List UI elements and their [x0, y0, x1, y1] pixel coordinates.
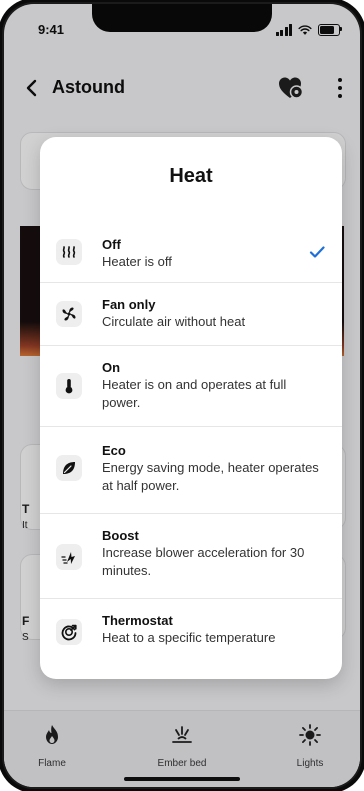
thermometer-icon: [56, 373, 82, 399]
option-title: On: [102, 360, 121, 375]
option-thermostat[interactable]: Thermostat Heat to a specific temperatur…: [40, 598, 342, 665]
chevron-left-icon: [26, 79, 37, 97]
option-description: Increase blower acceleration for 30 minu…: [102, 545, 305, 578]
option-text: Off Heater is off: [102, 237, 328, 271]
checkmark-icon: [309, 246, 325, 258]
tab-label: Flame: [38, 758, 66, 769]
leaf-icon: [56, 455, 82, 481]
screen-frame: 9:41 Astound T It F S Flame Ember bed Li…: [0, 0, 364, 791]
heat-options-list: Off Heater is off Fan only Circulate air…: [40, 221, 342, 665]
option-title: Fan only: [102, 297, 156, 312]
cell-signal-icon: [275, 24, 292, 36]
option-description: Heater is on and operates at full power.: [102, 377, 287, 410]
background-text: S: [22, 632, 29, 643]
background-text: T: [22, 502, 30, 516]
option-description: Heater is off: [102, 254, 172, 269]
boost-icon: [56, 544, 82, 570]
background-text: It: [22, 520, 28, 531]
favorite-settings-button[interactable]: [278, 76, 304, 100]
bottom-tab-bar: Flame Ember bed Lights: [4, 710, 360, 787]
option-title: Eco: [102, 443, 126, 458]
option-description: Heat to a specific temperature: [102, 630, 276, 645]
tab-ember-bed[interactable]: Ember bed: [132, 723, 232, 771]
tab-lights[interactable]: Lights: [260, 723, 360, 771]
fan-icon: [56, 301, 82, 327]
option-text: Thermostat Heat to a specific temperatur…: [102, 613, 328, 647]
device-notch: [92, 4, 272, 32]
heat-mode-dialog: Heat Off Heater is off Fan only Circulat…: [40, 137, 342, 679]
app-bar: Astound: [4, 66, 360, 110]
option-title: Off: [102, 237, 121, 252]
wifi-icon: [298, 25, 312, 35]
tab-label: Lights: [296, 758, 324, 769]
tab-flame[interactable]: Flame: [4, 723, 102, 771]
option-description: Circulate air without heat: [102, 314, 246, 329]
option-on[interactable]: On Heater is on and operates at full pow…: [40, 345, 342, 426]
status-time: 9:41: [38, 22, 65, 37]
option-boost[interactable]: Boost Increase blower acceleration for 3…: [40, 513, 342, 598]
page-title: Astound: [52, 77, 125, 97]
option-text: Boost Increase blower acceleration for 3…: [102, 528, 328, 580]
tab-label: Ember bed: [157, 758, 207, 769]
ember-bed-icon: [172, 726, 192, 743]
back-button[interactable]: [20, 76, 44, 100]
option-text: Fan only Circulate air without heat: [102, 297, 328, 331]
dialog-title: Heat: [169, 165, 213, 187]
option-text: Eco Energy saving mode, heater operates …: [102, 443, 328, 495]
option-fan-only[interactable]: Fan only Circulate air without heat: [40, 282, 342, 345]
phone-screen: 9:41 Astound T It F S Flame Ember bed Li…: [4, 4, 360, 787]
option-off[interactable]: Off Heater is off: [40, 221, 342, 282]
thermostat-icon: [56, 619, 82, 645]
option-description: Energy saving mode, heater operates at h…: [102, 460, 319, 493]
heat-waves-icon: [56, 239, 82, 265]
heart-gear-icon: [279, 77, 304, 99]
more-options-button[interactable]: [336, 78, 344, 98]
lights-icon: [299, 724, 321, 746]
option-title: Thermostat: [102, 613, 173, 628]
background-text: F: [22, 614, 30, 628]
battery-icon: [318, 24, 342, 36]
home-indicator: [124, 777, 240, 781]
status-icons: [275, 24, 342, 36]
flame-icon: [46, 725, 58, 744]
option-eco[interactable]: Eco Energy saving mode, heater operates …: [40, 426, 342, 513]
option-text: On Heater is on and operates at full pow…: [102, 360, 328, 412]
option-title: Boost: [102, 528, 139, 543]
